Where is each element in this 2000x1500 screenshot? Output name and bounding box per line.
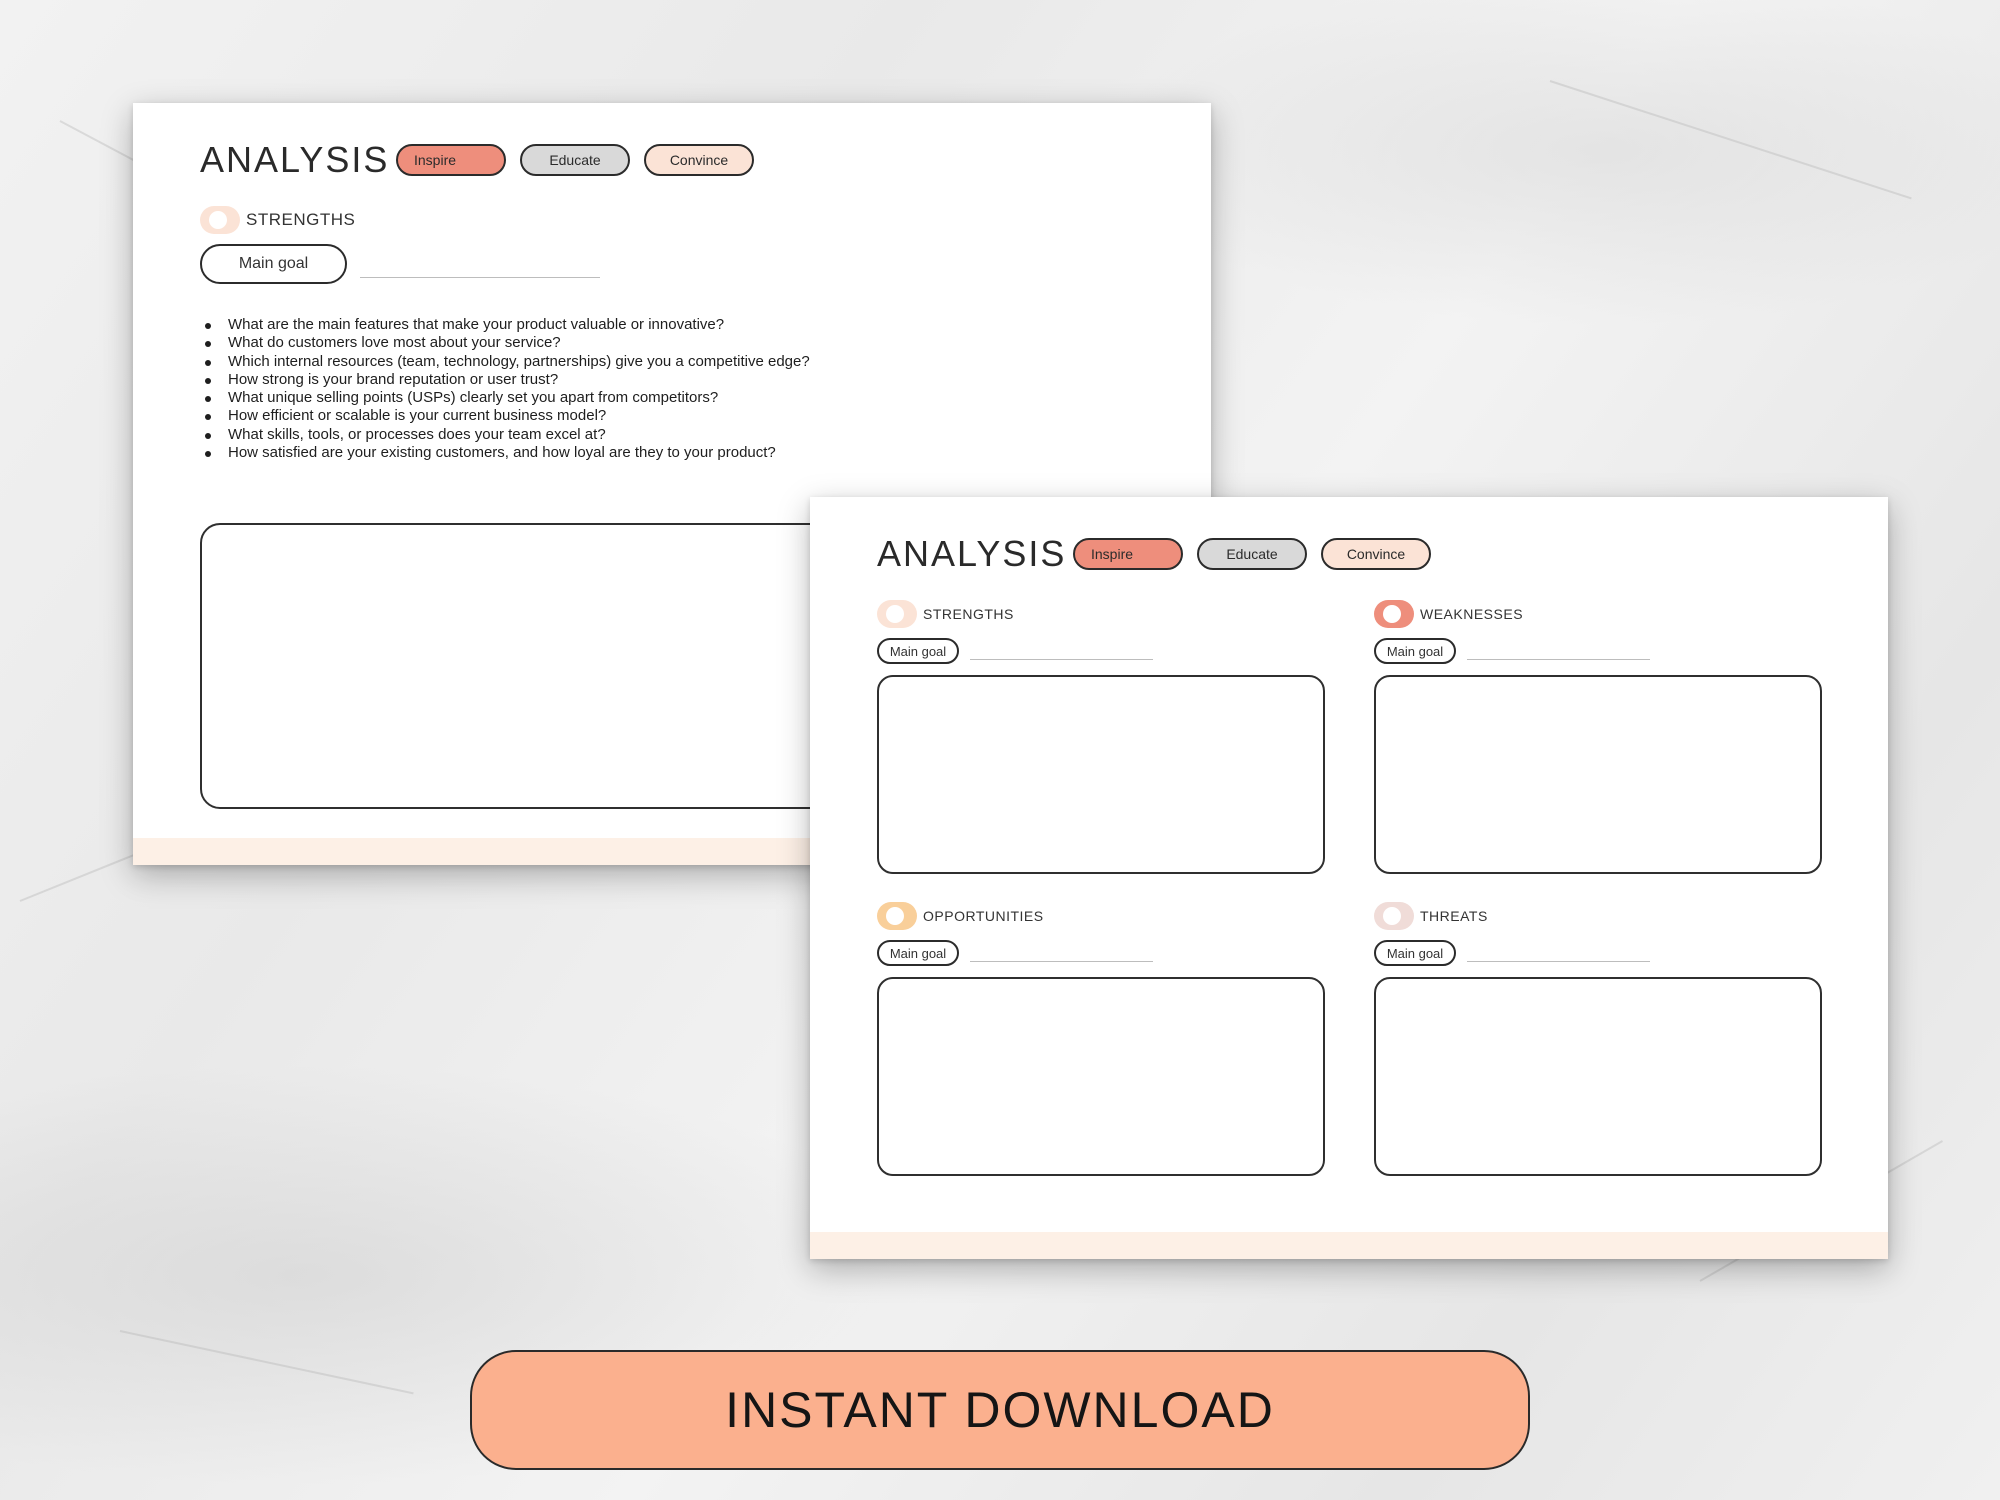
main-goal-input-line[interactable] [1467,659,1650,660]
strengths-toggle[interactable] [877,600,917,628]
tag-convince[interactable]: Convince [1321,538,1431,570]
main-goal-pill: Main goal [877,638,959,664]
toggle-knob [1383,605,1401,623]
section-label-opportunities: OPPORTUNITIES [923,908,1044,924]
main-goal-input-line[interactable] [970,961,1153,962]
toggle-knob [209,211,227,229]
main-goal-pill: Main goal [1374,638,1456,664]
strengths-write-box[interactable] [877,675,1325,874]
page-title: ANALYSIS [877,533,1067,574]
main-goal-pill: Main goal [200,244,347,284]
main-goal-pill: Main goal [1374,940,1456,966]
front-page: ANALYSIS Inspire Educate Convince STRENG… [810,497,1888,1259]
page-footer [810,1232,1888,1259]
tag-convince[interactable]: Convince [644,144,754,176]
list-item: What unique selling points (USPs) clearl… [202,389,810,407]
opportunities-write-box[interactable] [877,977,1325,1176]
toggle-knob [886,907,904,925]
opportunities-toggle[interactable] [877,902,917,930]
question-list: What are the main features that make you… [202,316,810,462]
main-goal-input-line[interactable] [360,277,600,278]
list-item: What do customers love most about your s… [202,334,810,352]
list-item: Which internal resources (team, technolo… [202,353,810,371]
main-goal-input-line[interactable] [970,659,1153,660]
tag-educate[interactable]: Educate [520,144,630,176]
marble-vein [119,1330,414,1395]
weaknesses-write-box[interactable] [1374,675,1822,874]
marble-vein [1549,80,1912,200]
tag-educate[interactable]: Educate [1197,538,1307,570]
threats-write-box[interactable] [1374,977,1822,1176]
weaknesses-toggle[interactable] [1374,600,1414,628]
tag-inspire[interactable]: Inspire [1073,538,1183,570]
toggle-knob [1383,907,1401,925]
strengths-toggle[interactable] [200,206,240,234]
list-item: How satisfied are your existing customer… [202,444,810,462]
tag-inspire[interactable]: Inspire [396,144,506,176]
main-goal-pill: Main goal [877,940,959,966]
threats-toggle[interactable] [1374,902,1414,930]
section-label-weaknesses: WEAKNESSES [1420,606,1524,622]
section-label-strengths: STRENGTHS [923,606,1014,622]
page-title: ANALYSIS [200,139,390,180]
list-item: What are the main features that make you… [202,316,810,334]
toggle-knob [886,605,904,623]
instant-download-button[interactable]: INSTANT DOWNLOAD [470,1350,1530,1470]
list-item: How efficient or scalable is your curren… [202,407,810,425]
list-item: What skills, tools, or processes does yo… [202,426,810,444]
section-label-strengths: STRENGTHS [246,210,356,229]
section-label-threats: THREATS [1420,908,1488,924]
list-item: How strong is your brand reputation or u… [202,371,810,389]
main-goal-input-line[interactable] [1467,961,1650,962]
